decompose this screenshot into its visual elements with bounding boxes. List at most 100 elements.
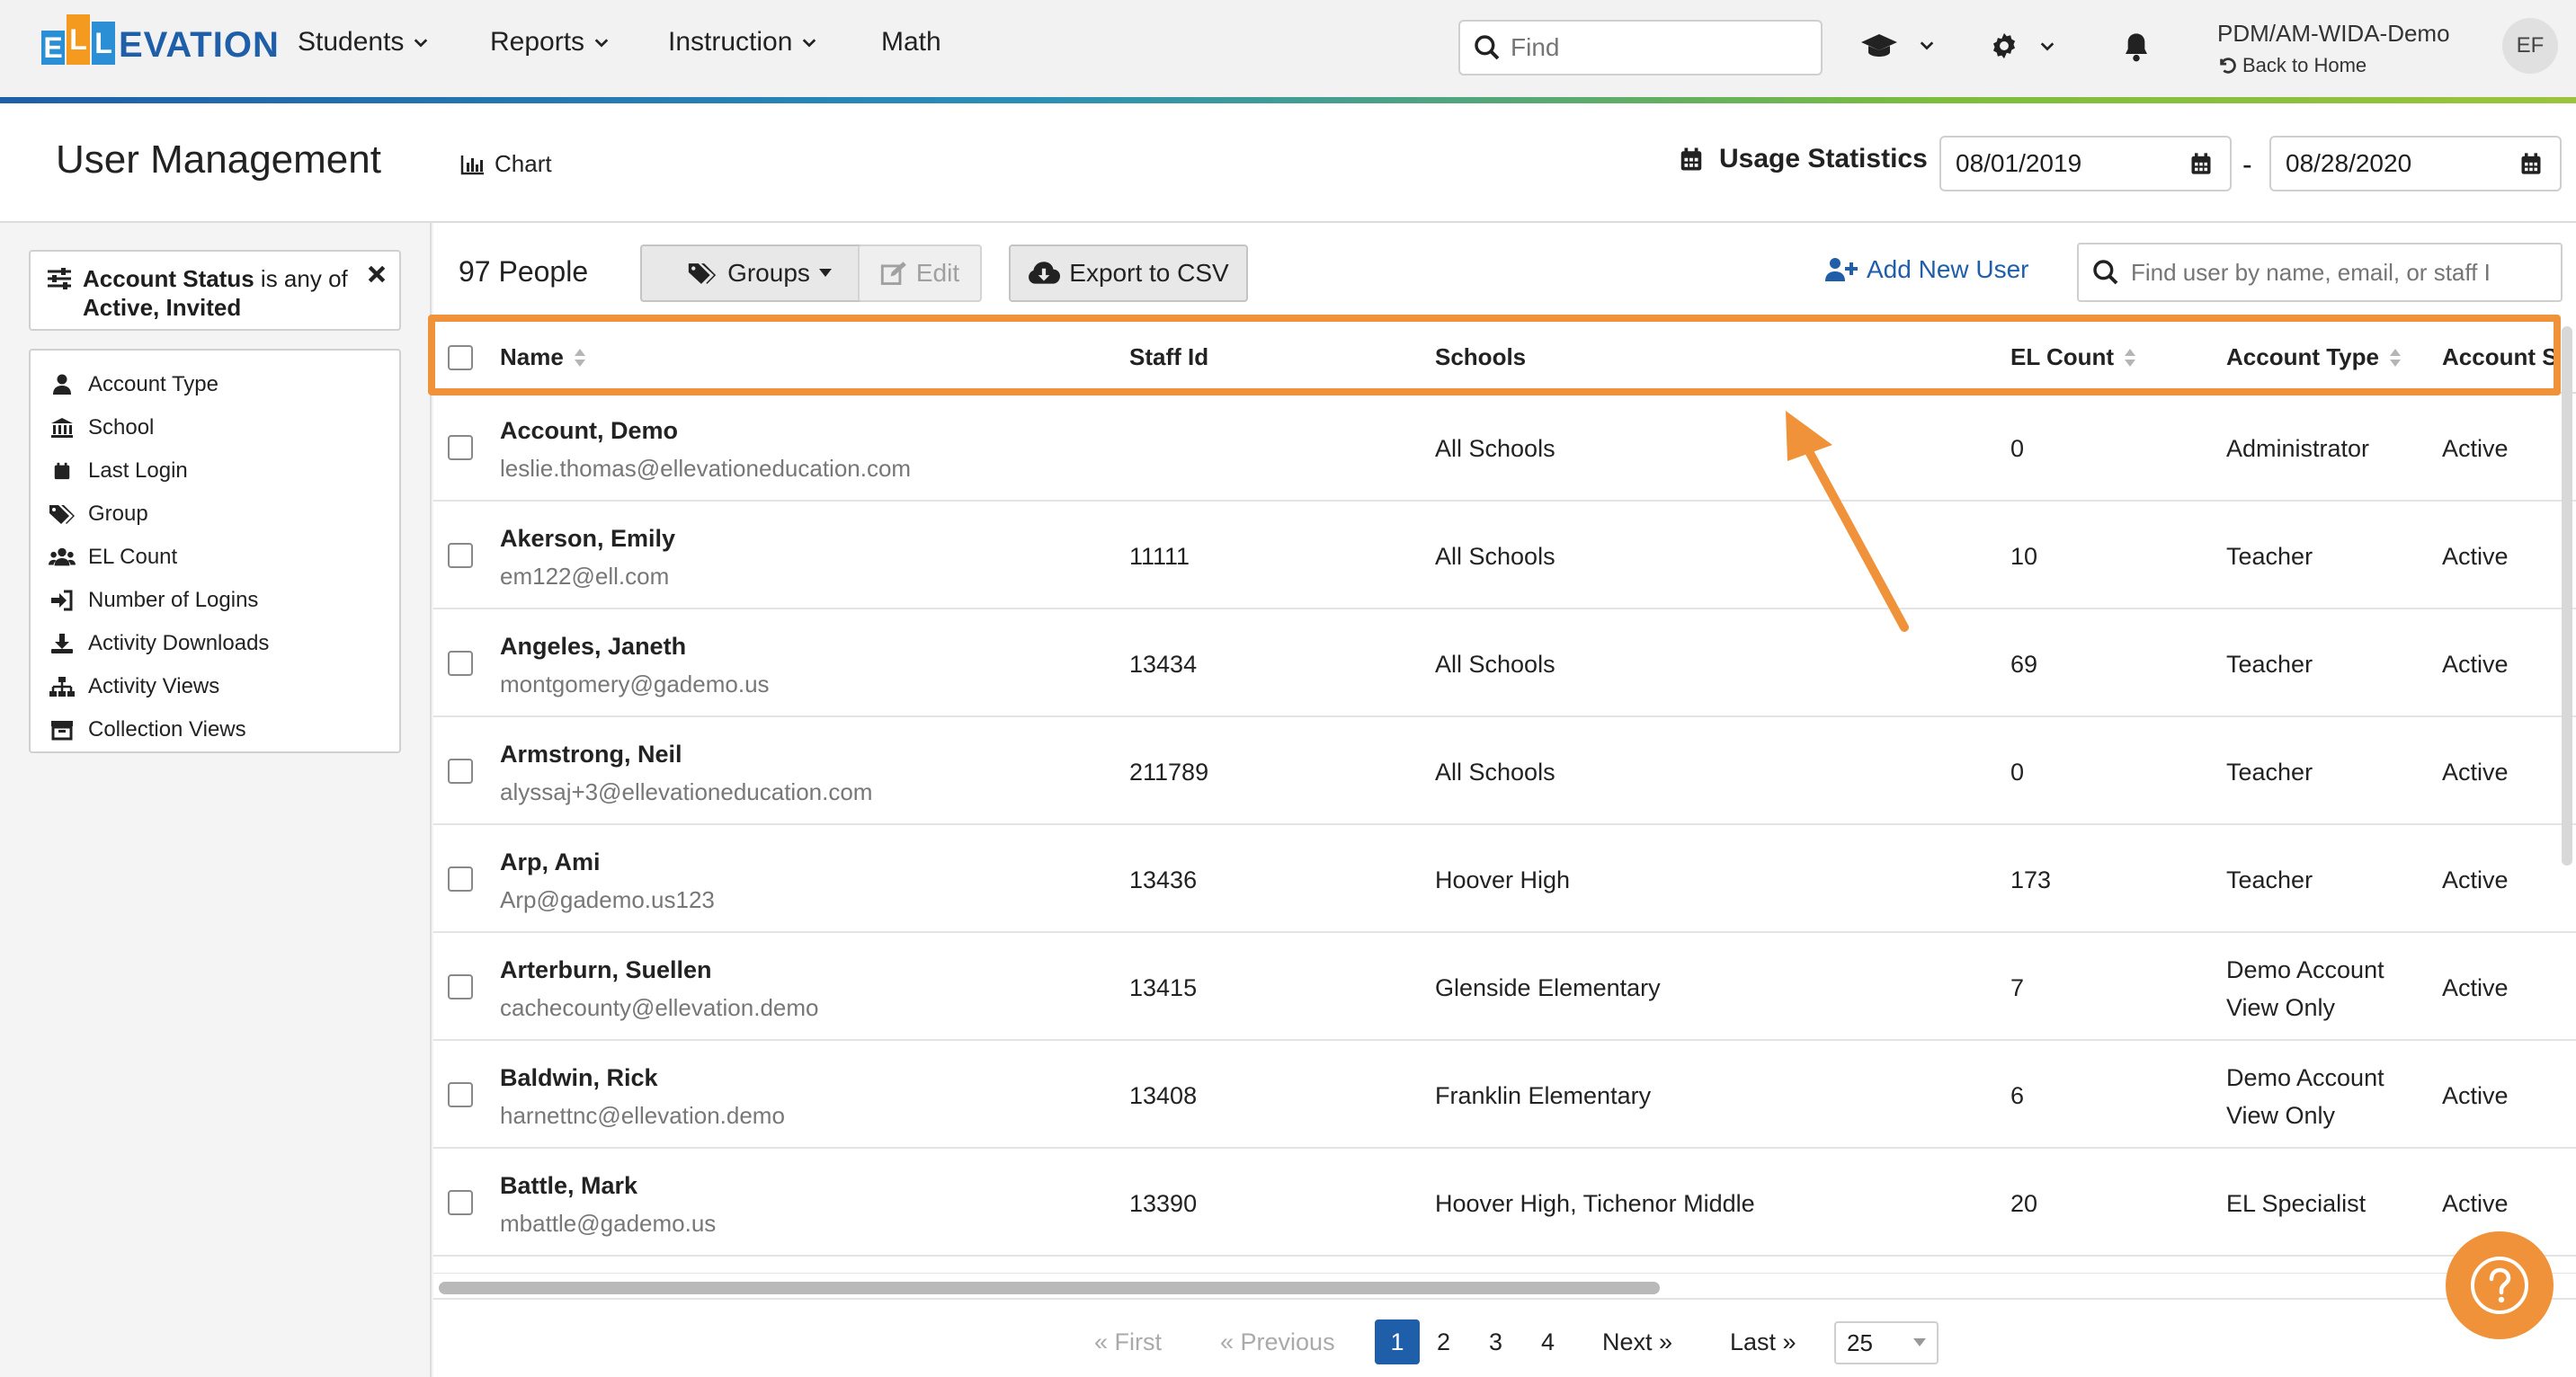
table-row[interactable]: Baldwin, Rick harnettnc@ellevation.demo 13… xyxy=(433,1041,2576,1149)
filter-item-group[interactable]: Group xyxy=(31,493,399,536)
nav-math[interactable]: Math xyxy=(881,27,941,58)
filter-item-collection-views[interactable]: Collection Views xyxy=(31,708,399,751)
user-search-input[interactable] xyxy=(2131,258,2554,287)
row-checkbox[interactable] xyxy=(448,759,473,784)
edit-label: Edit xyxy=(915,259,960,287)
user-name[interactable]: Account, Demo xyxy=(500,417,678,445)
groups-dropdown-button[interactable]: Groups xyxy=(640,244,878,302)
schools: All Schools xyxy=(1435,759,1555,786)
notifications-button[interactable] xyxy=(2122,31,2151,63)
row-checkbox[interactable] xyxy=(448,543,473,568)
filter-item-el-count[interactable]: EL Count xyxy=(31,536,399,579)
staff-id: 13390 xyxy=(1129,1190,1198,1217)
calendar-icon[interactable] xyxy=(2188,151,2214,176)
column-header-account-status[interactable]: Account S xyxy=(2442,343,2558,371)
row-checkbox[interactable] xyxy=(448,1082,473,1107)
user-name[interactable]: Battle, Mark xyxy=(500,1172,637,1200)
row-checkbox[interactable] xyxy=(448,651,473,676)
filter-item-activity-downloads[interactable]: Activity Downloads xyxy=(31,622,399,665)
filter-item-label: School xyxy=(88,415,155,440)
user-name[interactable]: Arp, Ami xyxy=(500,848,601,876)
nav-instruction[interactable]: Instruction xyxy=(668,27,817,58)
last-page-link[interactable]: Last » xyxy=(1730,1319,1796,1364)
nav-reports[interactable]: Reports xyxy=(490,27,610,58)
chevron-down-icon xyxy=(2040,42,2055,51)
next-page-link[interactable]: Next » xyxy=(1602,1319,1672,1364)
table-row[interactable]: Account, Demo leslie.thomas@ellevationedu… xyxy=(433,394,2576,502)
add-new-user-link[interactable]: Add New User xyxy=(1825,255,2029,284)
calendar-icon[interactable] xyxy=(2518,151,2544,176)
filter-sidebar: Account Status is any of Active, Invited… xyxy=(0,223,432,1377)
chart-link[interactable]: Chart xyxy=(460,150,552,178)
column-header-label: Schools xyxy=(1435,343,1527,370)
nav-students[interactable]: Students xyxy=(298,27,429,58)
date-to-field[interactable]: 08/28/2020 xyxy=(2269,136,2562,191)
user-email: em122@ell.com xyxy=(500,563,670,590)
page-link[interactable]: 2 xyxy=(1437,1319,1450,1364)
el-count: 6 xyxy=(2010,1082,2025,1109)
active-filter-chip[interactable]: Account Status is any of Active, Invited xyxy=(29,250,401,331)
page-link-current[interactable]: 1 xyxy=(1375,1319,1420,1364)
table-row[interactable]: Battle, Mark mbattle@gademo.us 13390 Hoover… xyxy=(433,1149,2576,1257)
global-find-input[interactable] xyxy=(1511,33,1807,62)
row-checkbox[interactable] xyxy=(448,435,473,460)
user-name[interactable]: Armstrong, Neil xyxy=(500,741,682,768)
page-link[interactable]: 3 xyxy=(1489,1319,1502,1364)
schools: Hoover High, Tichenor Middle xyxy=(1435,1190,1755,1217)
account-type: EL Specialist xyxy=(2226,1190,2367,1217)
previous-page-link[interactable]: « Previous xyxy=(1220,1319,1335,1364)
date-separator: - xyxy=(2242,148,2252,181)
per-page-select[interactable]: 25 xyxy=(1834,1321,1939,1364)
nav-students-label: Students xyxy=(298,27,405,57)
filter-item-school[interactable]: School xyxy=(31,406,399,449)
table-row[interactable]: Arp, Ami Arp@gademo.us123 13436 Hoover High… xyxy=(433,825,2576,933)
export-csv-button[interactable]: Export to CSV xyxy=(1009,244,1248,302)
avatar[interactable]: EF xyxy=(2502,18,2558,74)
ellevation-logo[interactable]: E L L EVATION xyxy=(41,14,280,65)
first-page-link[interactable]: « First xyxy=(1094,1319,1162,1364)
user-name[interactable]: Akerson, Emily xyxy=(500,525,675,553)
user-name[interactable]: Baldwin, Rick xyxy=(500,1064,658,1092)
account-status: Active xyxy=(2442,866,2509,893)
logo-l2: L xyxy=(92,22,115,65)
column-header-account-type[interactable]: Account Type xyxy=(2226,343,2402,371)
edit-icon xyxy=(880,262,906,285)
undo-icon xyxy=(2220,58,2236,74)
user-name[interactable]: Angeles, Janeth xyxy=(500,633,686,661)
select-all-checkbox[interactable] xyxy=(448,345,473,370)
cloud-download-icon xyxy=(1029,262,1061,284)
filter-item-activity-views[interactable]: Activity Views xyxy=(31,665,399,708)
schools: Franklin Elementary xyxy=(1435,1082,1652,1109)
filter-item-account-type[interactable]: Account Type xyxy=(31,363,399,406)
table-row[interactable]: Angeles, Janeth montgomery@gademo.us 13434… xyxy=(433,609,2576,717)
table-row[interactable]: Armstrong, Neil alyssaj+3@ellevationeduca… xyxy=(433,717,2576,825)
filter-item-number-of-logins[interactable]: Number of Logins xyxy=(31,579,399,622)
table-row[interactable]: Arterburn, Suellen cachecounty@ellevation… xyxy=(433,933,2576,1041)
vertical-scrollbar[interactable] xyxy=(2562,326,2572,866)
user-name[interactable]: Arterburn, Suellen xyxy=(500,956,712,984)
horizontal-scrollbar[interactable] xyxy=(433,1273,2576,1298)
column-header-staff-id: Staff Id xyxy=(1129,343,1208,371)
chevron-down-icon xyxy=(414,39,428,48)
annotation-arrow-icon xyxy=(1786,411,1909,632)
row-checkbox[interactable] xyxy=(448,974,473,999)
filter-item-last-login[interactable]: Last Login xyxy=(31,449,399,493)
back-to-home-link[interactable]: Back to Home xyxy=(2217,54,2367,77)
account-status: Active xyxy=(2442,974,2509,1001)
close-icon[interactable] xyxy=(367,264,387,284)
account-type: Teacher xyxy=(2226,543,2313,570)
user-email: mbattle@gademo.us xyxy=(500,1210,717,1237)
column-header-el-count[interactable]: EL Count xyxy=(2010,343,2137,371)
scrollbar-thumb[interactable] xyxy=(439,1282,1660,1294)
row-checkbox[interactable] xyxy=(448,866,473,892)
date-from-field[interactable]: 08/01/2019 xyxy=(1939,136,2232,191)
nav-reports-label: Reports xyxy=(490,27,585,57)
table-row[interactable]: Akerson, Emily em122@ell.com 11111 All Scho… xyxy=(433,502,2576,609)
column-header-name[interactable]: Name xyxy=(500,343,587,371)
page-link[interactable]: 4 xyxy=(1541,1319,1555,1364)
row-checkbox[interactable] xyxy=(448,1190,473,1215)
help-button[interactable] xyxy=(2446,1231,2554,1339)
edit-button[interactable]: Edit xyxy=(858,244,982,302)
settings-menu[interactable] xyxy=(1989,31,2055,61)
school-menu[interactable] xyxy=(1859,31,1935,59)
